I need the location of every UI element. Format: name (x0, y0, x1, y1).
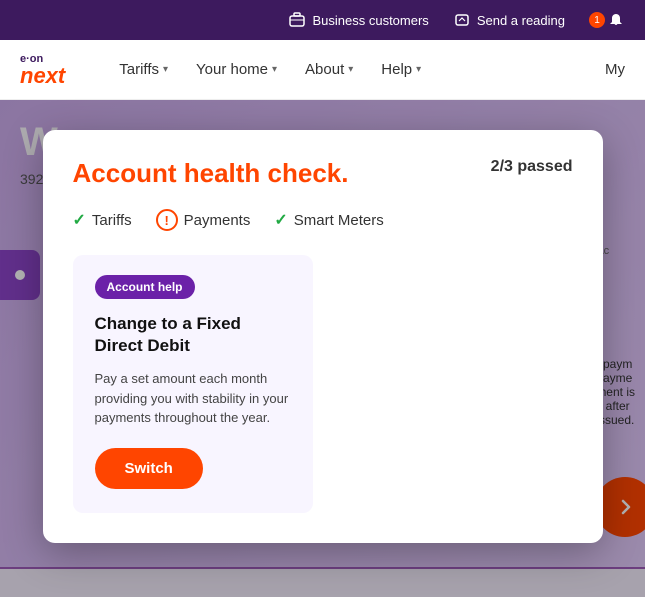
card-description: Pay a set amount each month providing yo… (95, 369, 291, 428)
passed-badge: 2/3 passed (491, 158, 573, 176)
logo-next: next (20, 65, 65, 87)
modal-overlay: Account health check. 2/3 passed ✓ Tarif… (0, 100, 645, 597)
checks-row: ✓ Tariffs ! Payments ✓ Smart Meters (73, 209, 573, 231)
logo[interactable]: e·on next (20, 53, 65, 87)
my-account-link[interactable]: My (605, 61, 625, 78)
send-reading-label: Send a reading (477, 13, 565, 28)
check-tariffs: ✓ Tariffs (73, 210, 132, 230)
business-customers-label: Business customers (312, 13, 428, 28)
nav-about-label: About (305, 61, 344, 78)
chevron-down-icon: ▾ (163, 64, 168, 75)
bell-icon (607, 11, 625, 29)
card-tag: Account help (95, 275, 195, 299)
top-bar: Business customers Send a reading 1 (0, 0, 645, 40)
meter-icon (453, 11, 471, 29)
business-customers-link[interactable]: Business customers (288, 11, 428, 29)
modal-title: Account health check. (73, 158, 349, 189)
nav-tariffs-label: Tariffs (119, 61, 159, 78)
nav-your-home-label: Your home (196, 61, 268, 78)
check-payments-label: Payments (184, 212, 251, 229)
nav-item-tariffs[interactable]: Tariffs ▾ (105, 40, 182, 100)
nav-items: Tariffs ▾ Your home ▾ About ▾ Help ▾ (105, 40, 605, 100)
check-smart-meters-label: Smart Meters (294, 212, 384, 229)
nav-item-help[interactable]: Help ▾ (367, 40, 435, 100)
chevron-down-icon: ▾ (416, 64, 421, 75)
notifications[interactable]: 1 (589, 11, 625, 29)
warning-icon: ! (156, 209, 178, 231)
check-payments: ! Payments (156, 209, 251, 231)
chevron-down-icon: ▾ (272, 64, 277, 75)
check-pass-icon-2: ✓ (274, 210, 287, 230)
nav-item-about[interactable]: About ▾ (291, 40, 367, 100)
check-smart-meters: ✓ Smart Meters (274, 210, 383, 230)
briefcase-icon (288, 11, 306, 29)
recommendation-card: Account help Change to a Fixed Direct De… (73, 255, 313, 513)
account-health-modal: Account health check. 2/3 passed ✓ Tarif… (43, 130, 603, 543)
chevron-down-icon: ▾ (348, 64, 353, 75)
card-title: Change to a Fixed Direct Debit (95, 313, 291, 357)
nav-bar: e·on next Tariffs ▾ Your home ▾ About ▾ … (0, 40, 645, 100)
modal-header: Account health check. 2/3 passed (73, 158, 573, 189)
check-pass-icon: ✓ (73, 210, 86, 230)
check-tariffs-label: Tariffs (92, 212, 132, 229)
nav-item-your-home[interactable]: Your home ▾ (182, 40, 291, 100)
switch-button[interactable]: Switch (95, 448, 203, 489)
send-reading-link[interactable]: Send a reading (453, 11, 565, 29)
notification-count: 1 (589, 12, 605, 28)
nav-help-label: Help (381, 61, 412, 78)
